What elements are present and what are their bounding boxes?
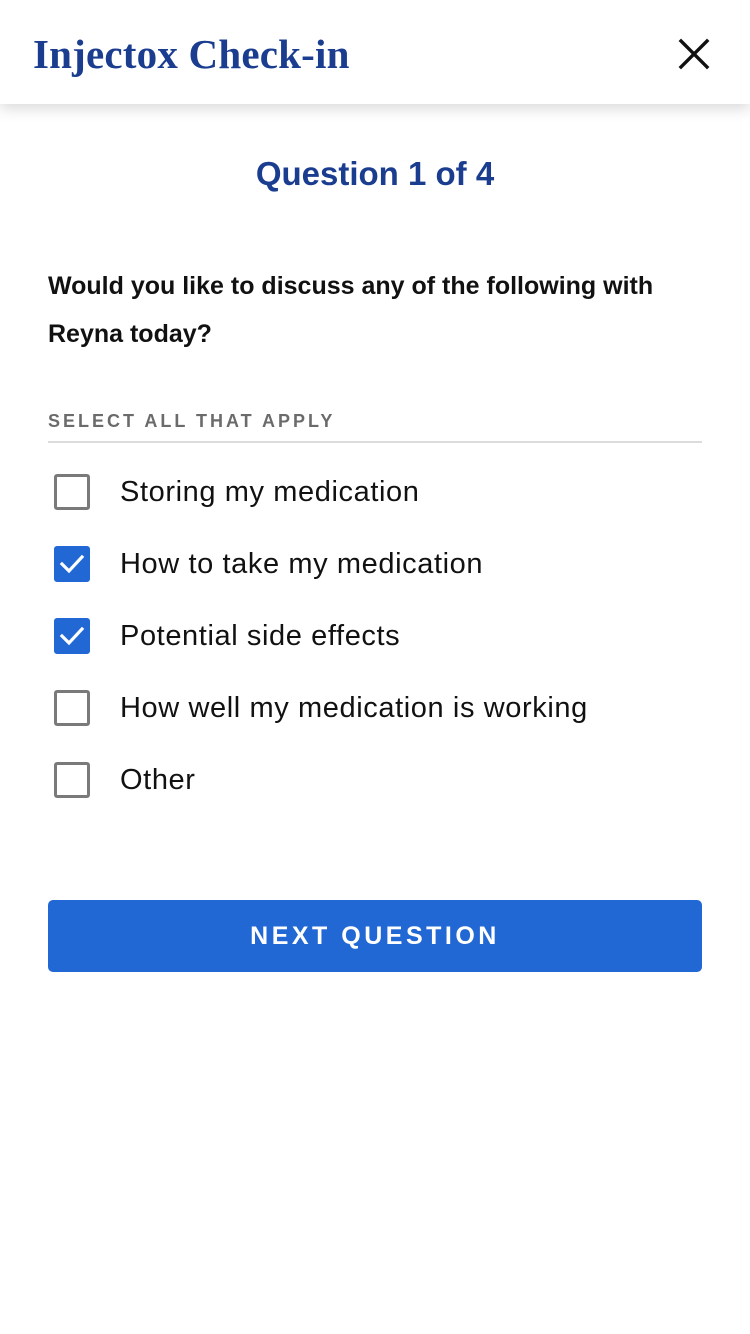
option-label: How well my medication is working	[120, 692, 588, 724]
option-label: Storing my medication	[120, 476, 420, 508]
option-label: How to take my medication	[120, 548, 484, 580]
question-text: Would you like to discuss any of the fol…	[48, 272, 654, 348]
option-label: Other	[120, 764, 196, 796]
options-list: Storing my medication How to take my med…	[48, 456, 702, 816]
close-button[interactable]	[670, 30, 718, 78]
option-medication-working[interactable]: How well my medication is working	[48, 672, 702, 744]
option-side-effects[interactable]: Potential side effects	[48, 600, 702, 672]
option-label: Potential side effects	[120, 620, 401, 652]
checkmark-icon	[59, 626, 85, 646]
checkbox[interactable]	[54, 546, 90, 582]
app-header: Injectox Check-in	[0, 0, 750, 104]
app-title: Injectox Check-in	[33, 31, 350, 77]
option-other[interactable]: Other	[48, 744, 702, 816]
checkbox[interactable]	[54, 618, 90, 654]
checkbox[interactable]	[54, 474, 90, 510]
next-question-button[interactable]: NEXT QUESTION	[48, 900, 702, 972]
close-icon	[678, 38, 710, 70]
question-counter: Question 1 of 4	[255, 155, 495, 192]
option-how-to-take[interactable]: How to take my medication	[48, 528, 702, 600]
instruction-label: SELECT ALL THAT APPLY	[48, 411, 336, 431]
checkbox[interactable]	[54, 690, 90, 726]
divider	[48, 441, 702, 443]
option-storing-medication[interactable]: Storing my medication	[48, 456, 702, 528]
checkmark-icon	[59, 554, 85, 574]
checkbox[interactable]	[54, 762, 90, 798]
